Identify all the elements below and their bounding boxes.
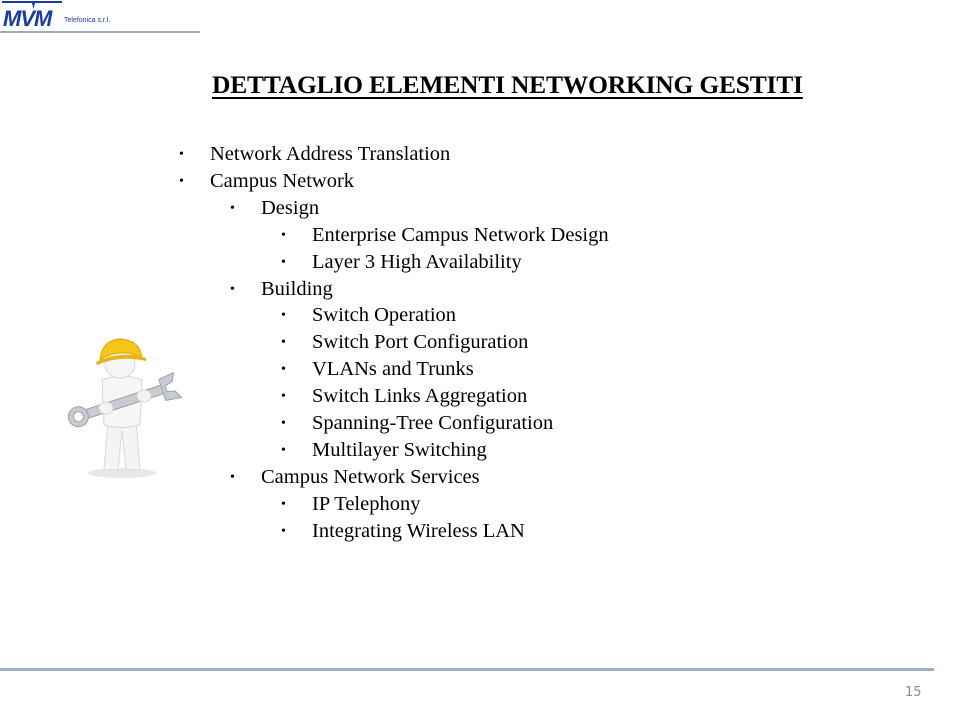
bullet-icon: • xyxy=(281,254,286,270)
list-item-text: Campus Network xyxy=(210,169,355,192)
bullet-icon: • xyxy=(281,308,286,324)
bullet-icon: • xyxy=(179,173,184,189)
list-item-level-3: • Enterprise Campus Network Design xyxy=(281,222,609,249)
list-item-text: Multilayer Switching xyxy=(312,438,487,461)
list-item-text: IP Telephony xyxy=(312,492,421,515)
bullet-icon: • xyxy=(179,147,184,162)
list-item-level-2: • Design xyxy=(230,195,320,222)
list-item-level-3: • Integrating Wireless LAN xyxy=(281,518,525,545)
list-item-text: Design xyxy=(261,196,320,219)
bullet-icon: • xyxy=(281,362,286,378)
list-item-text: Building xyxy=(261,277,333,300)
list-item-level-1: • Campus Network xyxy=(179,168,355,195)
logo-text: MVM xyxy=(3,6,53,28)
bullet-icon: • xyxy=(281,389,286,405)
list-item-text: Campus Network Services xyxy=(261,465,480,488)
slide-title: DETTAGLIO ELEMENTI NETWORKING GESTITI xyxy=(212,70,803,99)
page-number: 15 xyxy=(905,685,922,700)
list-item-level-3: • Layer 3 High Availability xyxy=(281,249,522,276)
list-item-text: Switch Operation xyxy=(312,304,457,327)
list-item-text: Enterprise Campus Network Design xyxy=(312,223,609,246)
company-logo: MVM Telefonica s.r.l. xyxy=(2,0,110,28)
list-item-level-3: • Switch Port Configuration xyxy=(281,329,529,356)
list-item-level-3: • Switch Links Aggregation xyxy=(281,383,528,410)
bullet-icon: • xyxy=(281,523,286,539)
list-item-text: Switch Links Aggregation xyxy=(312,385,528,408)
list-item-level-2: • Building xyxy=(230,276,333,303)
list-item-level-3: • IP Telephony xyxy=(281,491,421,518)
bullet-icon: • xyxy=(230,200,235,216)
bullet-icon: • xyxy=(281,335,286,351)
list-item-text: Spanning-Tree Configuration xyxy=(312,412,554,434)
list-item-level-3: • Spanning-Tree Configuration xyxy=(281,410,554,437)
header-divider xyxy=(0,31,200,33)
list-item-text: VLANs and Trunks xyxy=(312,358,474,381)
footer-divider xyxy=(0,668,934,671)
bullet-icon: • xyxy=(230,469,235,485)
bullet-icon: • xyxy=(281,227,286,243)
list-item-text: Integrating Wireless LAN xyxy=(312,519,525,542)
list-item-level-1: • Network Address Translation xyxy=(179,141,451,168)
list-item-text: Switch Port Configuration xyxy=(312,331,529,354)
list-item-text: Layer 3 High Availability xyxy=(312,250,522,273)
list-item-level-2: • Campus Network Services xyxy=(230,464,480,491)
list-item-level-3: • Switch Operation xyxy=(281,302,457,329)
bullet-icon: • xyxy=(230,281,235,297)
list-item-text: Network Address Translation xyxy=(210,143,451,165)
bullet-icon: • xyxy=(281,496,286,512)
worker-with-wrench-icon xyxy=(60,330,190,480)
list-item-level-3: • Multilayer Switching xyxy=(281,437,487,464)
bullet-icon: • xyxy=(281,416,286,431)
logo-subtitle: Telefonica s.r.l. xyxy=(64,17,111,24)
list-item-level-3: • VLANs and Trunks xyxy=(281,356,474,383)
mvm-logo-mark: MVM xyxy=(2,0,62,28)
bullet-icon: • xyxy=(281,442,286,458)
